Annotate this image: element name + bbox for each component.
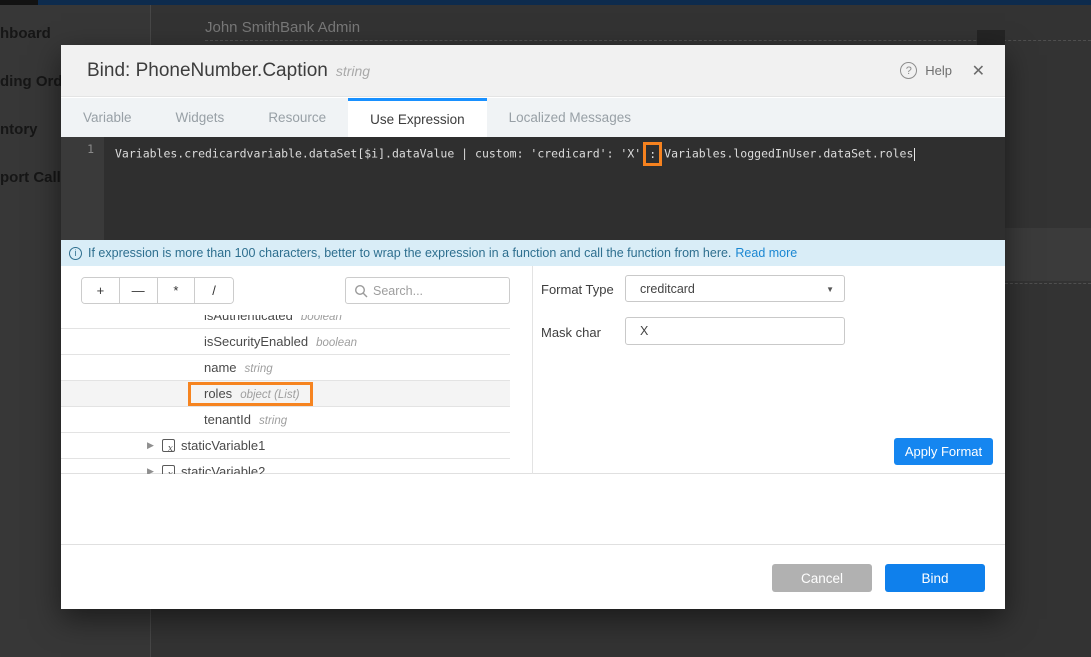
expand-arrow-icon[interactable]: ▶ xyxy=(147,440,159,451)
variable-search-box xyxy=(345,277,510,304)
format-type-label: Format Type xyxy=(541,282,614,297)
tree-row-staticvariable1[interactable]: ▶ x staticVariable1 xyxy=(61,433,510,459)
tab-use-expression[interactable]: Use Expression xyxy=(348,98,487,137)
info-icon: i xyxy=(69,247,82,260)
apply-format-button[interactable]: Apply Format xyxy=(894,438,993,465)
line-number: 1 xyxy=(87,142,94,156)
bind-dialog: Bind: PhoneNumber.Caption string ? Help ✕… xyxy=(61,45,1005,609)
code-highlighted-colon: : xyxy=(643,142,662,166)
tree-label: staticVariable2 xyxy=(181,464,265,474)
help-label: Help xyxy=(925,63,952,78)
tree-row-roles-selected[interactable]: roles object (List) xyxy=(61,381,510,407)
dialog-tabbar: Variable Widgets Resource Use Expression… xyxy=(61,98,1005,137)
variable-tree: isAuthenticated boolean isSecurityEnabled… xyxy=(61,315,510,474)
dialog-title: Bind: PhoneNumber.Caption string xyxy=(87,60,370,82)
expression-code-line: Variables.credicardvariable.dataSet[$i].… xyxy=(115,142,915,166)
operator-button-group: + — * / xyxy=(81,277,234,304)
roles-highlight-box: roles object (List) xyxy=(188,382,313,406)
expand-arrow-icon[interactable]: ▶ xyxy=(147,466,159,474)
info-text: If expression is more than 100 character… xyxy=(88,246,731,260)
canvas-widget-outline xyxy=(205,40,1091,41)
tab-variable[interactable]: Variable xyxy=(61,98,154,137)
divide-operator-button[interactable]: / xyxy=(195,278,233,303)
read-more-link[interactable]: Read more xyxy=(735,246,797,260)
tree-type: object (List) xyxy=(240,389,299,401)
tree-row-issecurityenabled[interactable]: isSecurityEnabled boolean xyxy=(61,329,510,355)
dialog-content-section: + — * / isAuthenticated boolean isSecurit… xyxy=(61,266,1005,474)
help-question-icon: ? xyxy=(900,62,917,79)
dialog-title-text: Bind: PhoneNumber.Caption xyxy=(87,60,328,81)
help-button[interactable]: ? Help xyxy=(900,62,952,79)
tree-type: string xyxy=(259,415,287,427)
tree-row-staticvariable2[interactable]: ▶ x staticVariable2 xyxy=(61,459,510,474)
tree-label: tenantId xyxy=(204,412,251,427)
tree-label: isSecurityEnabled xyxy=(204,334,308,349)
cancel-button[interactable]: Cancel xyxy=(772,564,872,592)
multiply-operator-button[interactable]: * xyxy=(158,278,196,303)
panel-divider xyxy=(532,266,533,474)
text-cursor xyxy=(914,148,915,161)
mask-char-label: Mask char xyxy=(541,325,601,340)
tree-type: string xyxy=(245,363,273,375)
sidebar-item-dashboard: hboard xyxy=(0,25,51,42)
sidebar-item-support-calls: port Calls xyxy=(0,169,69,186)
canvas-widget-outline xyxy=(1005,283,1091,284)
sidebar-item-inventory: ntory xyxy=(0,121,38,138)
mask-char-input[interactable] xyxy=(625,317,845,345)
tree-row-tenantid[interactable]: tenantId string xyxy=(61,407,510,433)
search-input[interactable] xyxy=(373,278,507,303)
tab-localized-messages[interactable]: Localized Messages xyxy=(487,98,653,137)
canvas-dark-widget xyxy=(977,30,1005,45)
code-after: Variables.loggedInUser.dataSet.roles xyxy=(664,147,913,161)
editor-gutter: 1 xyxy=(61,137,104,240)
expression-code-editor[interactable]: 1 Variables.credicardvariable.dataSet[$i… xyxy=(61,137,1005,240)
chevron-down-icon: ▼ xyxy=(826,285,834,294)
tree-label: roles xyxy=(204,386,232,401)
dialog-footer: Cancel Bind xyxy=(61,544,1005,609)
expression-info-bar: i If expression is more than 100 charact… xyxy=(61,240,1005,266)
app-page-heading: John SmithBank Admin xyxy=(205,19,360,36)
static-variable-icon: x xyxy=(162,465,175,474)
plus-operator-button[interactable]: + xyxy=(82,278,120,303)
tab-widgets[interactable]: Widgets xyxy=(154,98,247,137)
close-icon[interactable]: ✕ xyxy=(972,61,985,81)
format-type-value: creditcard xyxy=(640,282,695,296)
tree-type: boolean xyxy=(301,315,342,323)
tree-label: name xyxy=(204,360,237,375)
tree-type: boolean xyxy=(316,337,357,349)
canvas-light-band xyxy=(1005,228,1091,281)
tree-label: staticVariable1 xyxy=(181,438,265,453)
tab-resource[interactable]: Resource xyxy=(246,98,348,137)
code-before: Variables.credicardvariable.dataSet[$i].… xyxy=(115,147,641,161)
app-top-bar xyxy=(0,0,1091,5)
tree-row-isauthenticated[interactable]: isAuthenticated boolean xyxy=(61,315,510,329)
search-icon xyxy=(354,284,368,303)
format-type-select[interactable]: creditcard ▼ xyxy=(625,275,845,302)
tree-row-name[interactable]: name string xyxy=(61,355,510,381)
static-variable-icon: x xyxy=(162,439,175,452)
tree-label: isAuthenticated xyxy=(204,315,293,323)
minus-operator-button[interactable]: — xyxy=(120,278,158,303)
dialog-title-type: string xyxy=(336,63,370,79)
dialog-header: Bind: PhoneNumber.Caption string ? Help ✕ xyxy=(61,45,1005,97)
bind-button[interactable]: Bind xyxy=(885,564,985,592)
